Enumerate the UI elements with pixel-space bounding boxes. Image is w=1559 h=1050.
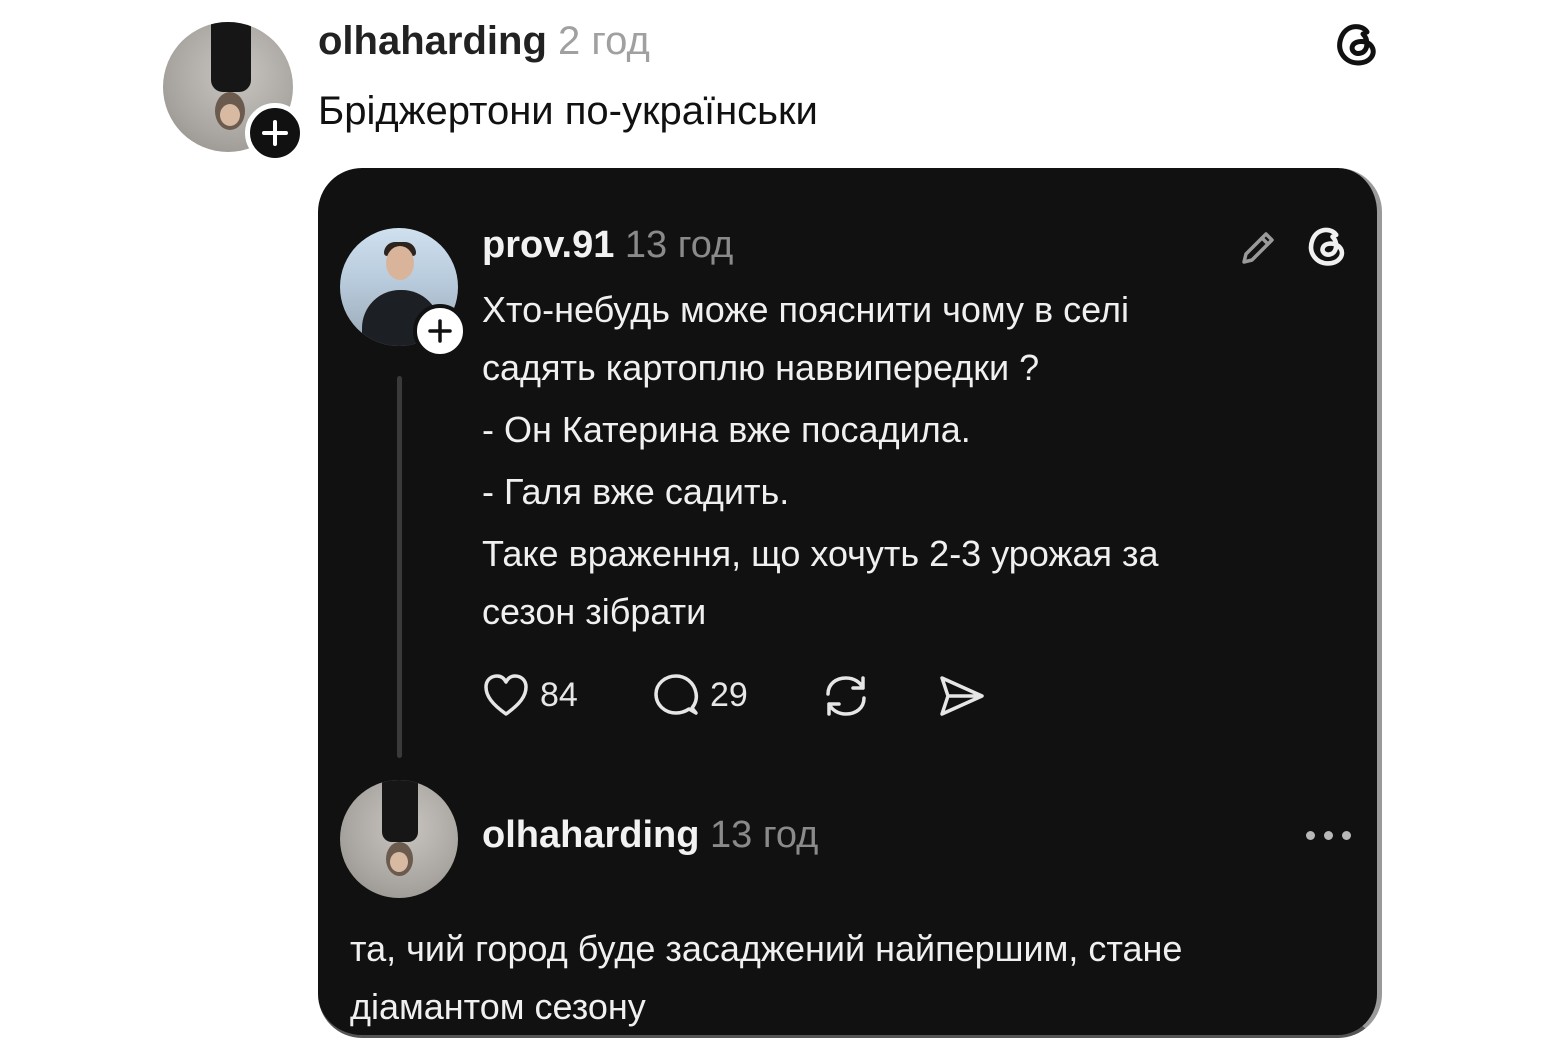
follow-button[interactable] [245, 103, 305, 163]
quoted-line: Таке враження, що хочуть 2-3 урожая за [482, 533, 1159, 574]
plus-icon [262, 120, 288, 146]
reply-time: 13 год [710, 814, 819, 856]
reply-username[interactable]: olhaharding [482, 814, 699, 856]
quoted-line: Хто-небудь може пояснити чому в селі [482, 289, 1129, 330]
comment-count: 29 [710, 675, 748, 714]
quoted-username[interactable]: prov.91 [482, 224, 614, 266]
quoted-line: - Галя вже садить. [482, 471, 790, 512]
repost-icon[interactable] [820, 672, 872, 725]
comment-button[interactable]: 29 [652, 672, 748, 718]
send-icon[interactable] [936, 672, 986, 725]
quoted-header: prov.91 13 год [482, 220, 733, 270]
post-header: olhaharding 2 год [318, 16, 650, 66]
more-dots-icon[interactable] [1306, 831, 1351, 840]
pencil-icon[interactable] [1236, 226, 1280, 275]
post-text: Бріджертони по-українськи [318, 89, 818, 133]
heart-icon [484, 674, 528, 716]
quoted-follow-button[interactable] [413, 304, 467, 358]
quoted-time: 13 год [624, 224, 734, 266]
quoted-post-card[interactable]: prov.91 13 год Хто-небудь може пояснити … [318, 168, 1382, 1038]
quoted-line: садять картоплю наввипередки ? [482, 347, 1040, 388]
reply-author-avatar[interactable] [340, 780, 458, 898]
quoted-text: Хто-небудь може пояснити чому в селі сад… [482, 281, 1159, 641]
reply-line: діамантом сезону [350, 986, 646, 1027]
author-username[interactable]: olhaharding [318, 19, 547, 63]
post-time: 2 год [558, 19, 650, 63]
reply-text: та, чий город буде засаджений найпершим,… [350, 920, 1183, 1035]
like-count: 84 [540, 675, 578, 714]
quoted-line: сезон зібрати [482, 591, 707, 632]
quoted-line: - Он Катерина вже посадила. [482, 409, 971, 450]
plus-icon [428, 319, 452, 343]
reply-line: та, чий город буде засаджений найпершим,… [350, 928, 1183, 969]
threads-logo-icon[interactable] [1304, 222, 1350, 273]
like-button[interactable]: 84 [482, 672, 578, 718]
reply-header: olhaharding 13 год [482, 810, 818, 860]
comment-bubble-icon [654, 674, 699, 715]
thread-line [397, 376, 402, 758]
threads-logo-icon[interactable] [1332, 18, 1382, 73]
